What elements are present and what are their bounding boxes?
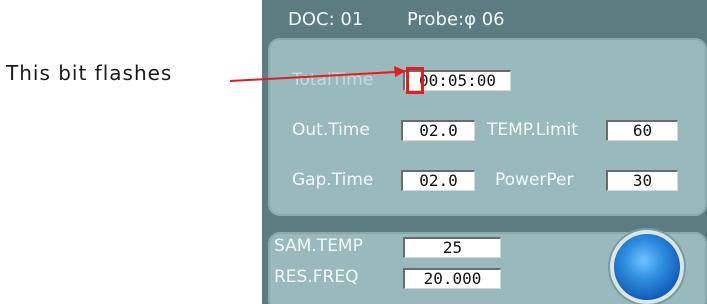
arrow-icon [229, 66, 406, 82]
